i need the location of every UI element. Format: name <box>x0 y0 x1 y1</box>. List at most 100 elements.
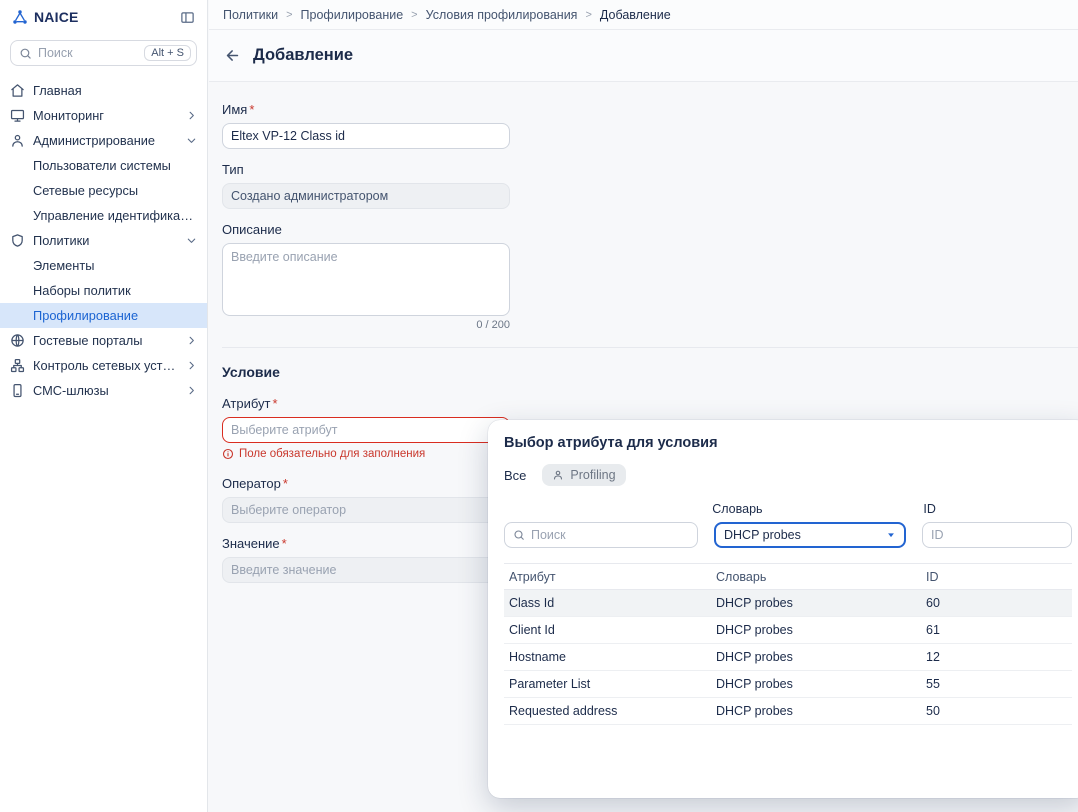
sidebar-item-label: Политики <box>33 233 176 248</box>
sidebar-item-policy-sets[interactable]: Наборы политик <box>0 278 207 303</box>
dictionary-select-value: DHCP probes <box>724 528 801 542</box>
required-mark: * <box>249 102 254 117</box>
sidebar-item-sms-gateways[interactable]: СМС-шлюзы <box>0 378 207 403</box>
cell-id: 55 <box>921 677 1072 691</box>
cell-attribute: Parameter List <box>504 677 711 691</box>
search-icon <box>513 529 525 541</box>
breadcrumb-item-profiling-conditions[interactable]: Условия профилирования <box>426 8 578 22</box>
cell-id: 61 <box>921 623 1072 637</box>
sidebar-item-label: Главная <box>33 83 197 98</box>
page-header: Добавление <box>209 30 1078 82</box>
value-field-group: Значение* <box>222 536 510 583</box>
sidebar-item-policies[interactable]: Политики <box>0 228 207 253</box>
cell-dictionary: DHCP probes <box>711 650 921 664</box>
description-counter: 0 / 200 <box>222 319 510 331</box>
page-title: Добавление <box>253 46 353 65</box>
attribute-input-wrap <box>222 417 510 443</box>
modal-title: Выбор атрибута для условия <box>504 435 1072 451</box>
chevron-down-icon <box>186 135 197 146</box>
sidebar-item-administration[interactable]: Администрирование <box>0 128 207 153</box>
table-row[interactable]: Client Id DHCP probes 61 <box>504 617 1072 644</box>
monitor-icon <box>10 108 25 123</box>
arrow-left-icon <box>224 47 241 64</box>
sidebar-item-identity-management[interactable]: Управление идентификацией <box>0 203 207 228</box>
sidebar-item-monitoring[interactable]: Мониторинг <box>0 103 207 128</box>
section-divider <box>222 347 1078 348</box>
molecule-icon <box>12 9 28 25</box>
sidebar-item-home[interactable]: Главная <box>0 78 207 103</box>
value-label: Значение* <box>222 536 510 551</box>
filter-labels: Словарь ID <box>504 502 1072 516</box>
modal-search[interactable] <box>504 522 698 548</box>
name-field-group: Имя* <box>222 102 510 149</box>
description-label: Описание <box>222 222 510 237</box>
sidebar-item-network-resources[interactable]: Сетевые ресурсы <box>0 178 207 203</box>
cell-attribute: Class Id <box>504 596 711 610</box>
description-field-group: Описание 0 / 200 <box>222 222 510 331</box>
cell-dictionary: DHCP probes <box>711 704 921 718</box>
tab-profiling[interactable]: Profiling <box>542 464 625 486</box>
sidebar-header: NAICE <box>0 0 207 30</box>
operator-field-group: Оператор* <box>222 476 510 523</box>
required-mark: * <box>272 396 277 411</box>
dictionary-select[interactable]: DHCP probes <box>714 522 906 548</box>
table-header-row: Атрибут Словарь ID <box>504 563 1072 590</box>
cell-id: 50 <box>921 704 1072 718</box>
name-input[interactable] <box>222 123 510 149</box>
breadcrumb-item-current: Добавление <box>600 8 671 22</box>
table-row[interactable]: Hostname DHCP probes 12 <box>504 644 1072 671</box>
table-row[interactable]: Class Id DHCP probes 60 <box>504 590 1072 617</box>
sidebar-item-label: Мониторинг <box>33 108 176 123</box>
type-input <box>222 183 510 209</box>
attribute-label: Атрибут* <box>222 396 510 411</box>
operator-label: Оператор* <box>222 476 510 491</box>
header-attribute: Атрибут <box>504 570 711 584</box>
chevron-right-icon <box>186 335 197 346</box>
phone-icon <box>10 383 25 398</box>
table-row[interactable]: Parameter List DHCP probes 55 <box>504 671 1072 698</box>
sidebar-item-label: Сетевые ресурсы <box>33 183 197 198</box>
search-icon <box>19 47 32 60</box>
cell-id: 60 <box>921 596 1072 610</box>
modal-search-input[interactable] <box>531 528 689 542</box>
attribute-table: Атрибут Словарь ID Class Id DHCP probes … <box>504 563 1072 725</box>
required-mark: * <box>282 536 287 551</box>
description-textarea[interactable] <box>222 243 510 316</box>
header-dictionary: Словарь <box>711 570 921 584</box>
table-row[interactable]: Requested address DHCP probes 50 <box>504 698 1072 725</box>
sidebar-item-network-device-control[interactable]: Контроль сетевых устро... <box>0 353 207 378</box>
globe-icon <box>10 333 25 348</box>
sidebar-item-guest-portals[interactable]: Гостевые порталы <box>0 328 207 353</box>
operator-select <box>222 497 510 523</box>
breadcrumb-item-profiling[interactable]: Профилирование <box>301 8 404 22</box>
sidebar-item-profiling[interactable]: Профилирование <box>0 303 207 328</box>
sidebar-item-label: СМС-шлюзы <box>33 383 176 398</box>
sidebar-item-label: Элементы <box>33 258 197 273</box>
cell-attribute: Client Id <box>504 623 711 637</box>
attribute-input[interactable] <box>222 417 510 443</box>
filter-row: DHCP probes <box>504 522 1072 548</box>
breadcrumb: Политики > Профилирование > Условия проф… <box>209 0 1078 30</box>
breadcrumb-separator: > <box>286 9 292 21</box>
sidebar: NAICE Alt + S Главная Мониторинг <box>0 0 208 812</box>
breadcrumb-item-policies[interactable]: Политики <box>223 8 278 22</box>
id-filter-input[interactable] <box>922 522 1072 548</box>
attribute-error-text: Поле обязательно для заполнения <box>239 448 425 460</box>
app-logo[interactable]: NAICE <box>12 9 79 25</box>
tab-profiling-label: Profiling <box>570 468 615 482</box>
sidebar-item-elements[interactable]: Элементы <box>0 253 207 278</box>
chevron-down-icon <box>186 235 197 246</box>
attribute-error: Поле обязательно для заполнения <box>222 448 510 460</box>
sidebar-collapse-button[interactable] <box>180 10 195 25</box>
type-field-group: Тип <box>222 162 510 209</box>
tab-all[interactable]: Все <box>504 468 526 483</box>
sidebar-item-system-users[interactable]: Пользователи системы <box>0 153 207 178</box>
app-window: NAICE Alt + S Главная Мониторинг <box>0 0 1078 812</box>
condition-section-title: Условие <box>222 364 1078 380</box>
sidebar-search[interactable]: Alt + S <box>10 40 197 66</box>
search-input[interactable] <box>38 46 138 60</box>
back-button[interactable] <box>224 47 241 64</box>
user-icon <box>10 133 25 148</box>
breadcrumb-separator: > <box>585 9 591 21</box>
info-icon <box>222 448 234 460</box>
